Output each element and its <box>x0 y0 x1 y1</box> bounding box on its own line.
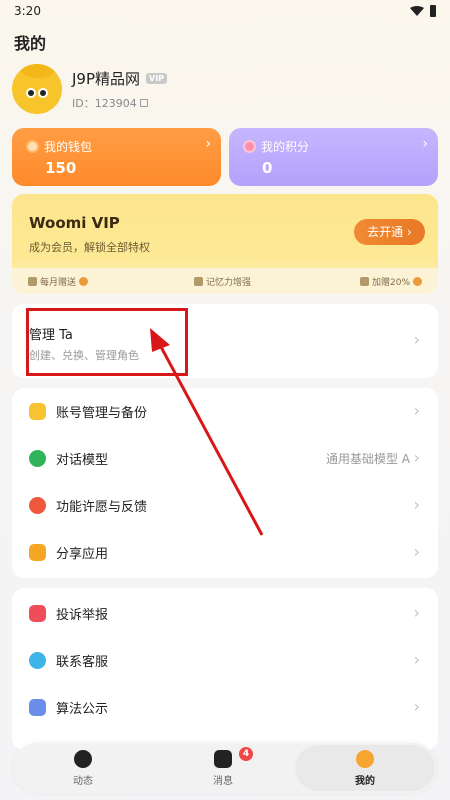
status-bar: 3:20 <box>0 0 450 22</box>
tab-moments[interactable]: 动态 <box>13 743 153 793</box>
wifi-icon <box>410 6 424 16</box>
chevron-right-icon: › <box>205 136 211 152</box>
tab-me[interactable]: 我的 <box>295 745 435 791</box>
points-value: 0 <box>262 159 273 177</box>
perk-monthly-gift: 每月赠送 <box>28 275 194 288</box>
list-item-value: 通用基础模型 A <box>325 451 410 466</box>
list-item-support[interactable]: 联系客服 › <box>12 637 438 683</box>
list-item-algorithm[interactable]: 算法公示 › <box>12 684 438 730</box>
battery-icon <box>430 5 436 17</box>
bottom-tab-bar: 动态 消息 4 我的 <box>13 743 437 793</box>
account-icon <box>29 402 46 420</box>
username: J9P精品网 <box>72 69 141 88</box>
chat-model-icon <box>29 449 46 467</box>
vip-card[interactable]: Woomi VIP 成为会员，解锁全部特权 去开通 › 每月赠送 记忆力增强 加… <box>12 194 438 294</box>
moments-icon <box>74 749 92 768</box>
vip-subtitle: 成为会员，解锁全部特权 <box>29 241 150 254</box>
me-icon <box>356 749 374 768</box>
manage-ta-card[interactable]: 管理 Ta 创建、兑换、管理角色 › <box>12 304 438 378</box>
chevron-right-icon: › <box>422 136 428 152</box>
status-icons <box>410 5 436 17</box>
chevron-right-icon: › <box>413 495 420 514</box>
list-item-account[interactable]: 账号管理与备份 › <box>12 388 438 434</box>
wallet-coin-icon <box>26 140 39 153</box>
chevron-right-icon: › <box>413 542 420 561</box>
list-item-label: 联系客服 <box>56 654 109 670</box>
page-title: 我的 <box>14 34 47 53</box>
list-item-label: 账号管理与备份 <box>56 405 148 421</box>
vip-title: Woomi VIP <box>29 214 120 232</box>
algorithm-icon <box>29 698 46 716</box>
vip-badge: VIP <box>146 72 168 84</box>
tab-label: 动态 <box>73 775 93 787</box>
perk-label: 每月赠送 <box>40 277 77 288</box>
avatar[interactable] <box>12 64 62 114</box>
points-lollipop-icon <box>243 140 256 153</box>
user-id: ID：123904 <box>72 96 137 110</box>
manage-title: 管理 Ta <box>29 328 73 343</box>
coin-icon <box>413 276 423 286</box>
support-icon <box>29 651 46 669</box>
vip-open-label: 去开通 <box>367 225 404 239</box>
list-item-chat-model[interactable]: 对话模型 通用基础模型 A › <box>12 435 438 481</box>
chevron-right-icon: › <box>413 603 420 622</box>
list-item-feedback[interactable]: 功能许愿与反馈 › <box>12 482 438 528</box>
perk-bonus: 加赠20% <box>360 275 423 288</box>
calendar-icon <box>28 276 37 286</box>
chevron-right-icon: › <box>413 401 420 420</box>
settings-list-2: 投诉举报 › 联系客服 › 算法公示 › <box>12 588 438 750</box>
perk-label: 记忆力增强 <box>206 277 252 288</box>
wallet-card[interactable]: 我的钱包 150 › <box>12 128 221 186</box>
share-icon <box>29 543 46 561</box>
list-item-label: 功能许愿与反馈 <box>56 499 148 515</box>
chevron-right-icon: › <box>413 650 420 669</box>
list-item-label: 对话模型 <box>56 452 109 468</box>
points-label: 我的积分 <box>261 140 310 154</box>
list-item-share[interactable]: 分享应用 › <box>12 529 438 575</box>
list-item-label: 投诉举报 <box>56 607 109 623</box>
wallet-value: 150 <box>45 159 77 177</box>
status-time: 3:20 <box>14 4 41 18</box>
tab-messages[interactable]: 消息 4 <box>153 743 293 793</box>
perk-label: 加赠20% <box>372 277 411 288</box>
message-icon <box>214 749 232 768</box>
tab-label: 我的 <box>355 775 375 787</box>
unread-badge: 4 <box>239 747 253 761</box>
report-icon <box>29 604 46 622</box>
profile-header[interactable]: J9P精品网 VIP ID：123904 <box>12 64 168 114</box>
copy-icon[interactable] <box>139 98 148 107</box>
gift-icon <box>360 276 369 286</box>
coin-icon <box>79 276 89 286</box>
perk-memory: 记忆力增强 <box>194 275 360 288</box>
lightning-icon <box>194 276 203 286</box>
vip-perks: 每月赠送 记忆力增强 加赠20% <box>12 268 438 294</box>
settings-list-1: 账号管理与备份 › 对话模型 通用基础模型 A › 功能许愿与反馈 › 分享应用… <box>12 388 438 578</box>
wallet-label: 我的钱包 <box>44 140 93 154</box>
list-item-report[interactable]: 投诉举报 › <box>12 590 438 636</box>
vip-open-button[interactable]: 去开通 › <box>354 219 425 245</box>
points-card[interactable]: 我的积分 0 › <box>229 128 438 186</box>
list-item-label: 分享应用 <box>56 546 109 562</box>
chevron-right-icon: › <box>413 330 420 349</box>
chevron-right-icon: › <box>413 448 420 467</box>
chevron-right-icon: › <box>413 697 420 716</box>
list-item-label: 算法公示 <box>56 701 109 717</box>
manage-subtitle: 创建、兑换、管理角色 <box>29 349 139 362</box>
tab-label: 消息 <box>213 775 233 787</box>
heart-icon <box>29 496 46 514</box>
